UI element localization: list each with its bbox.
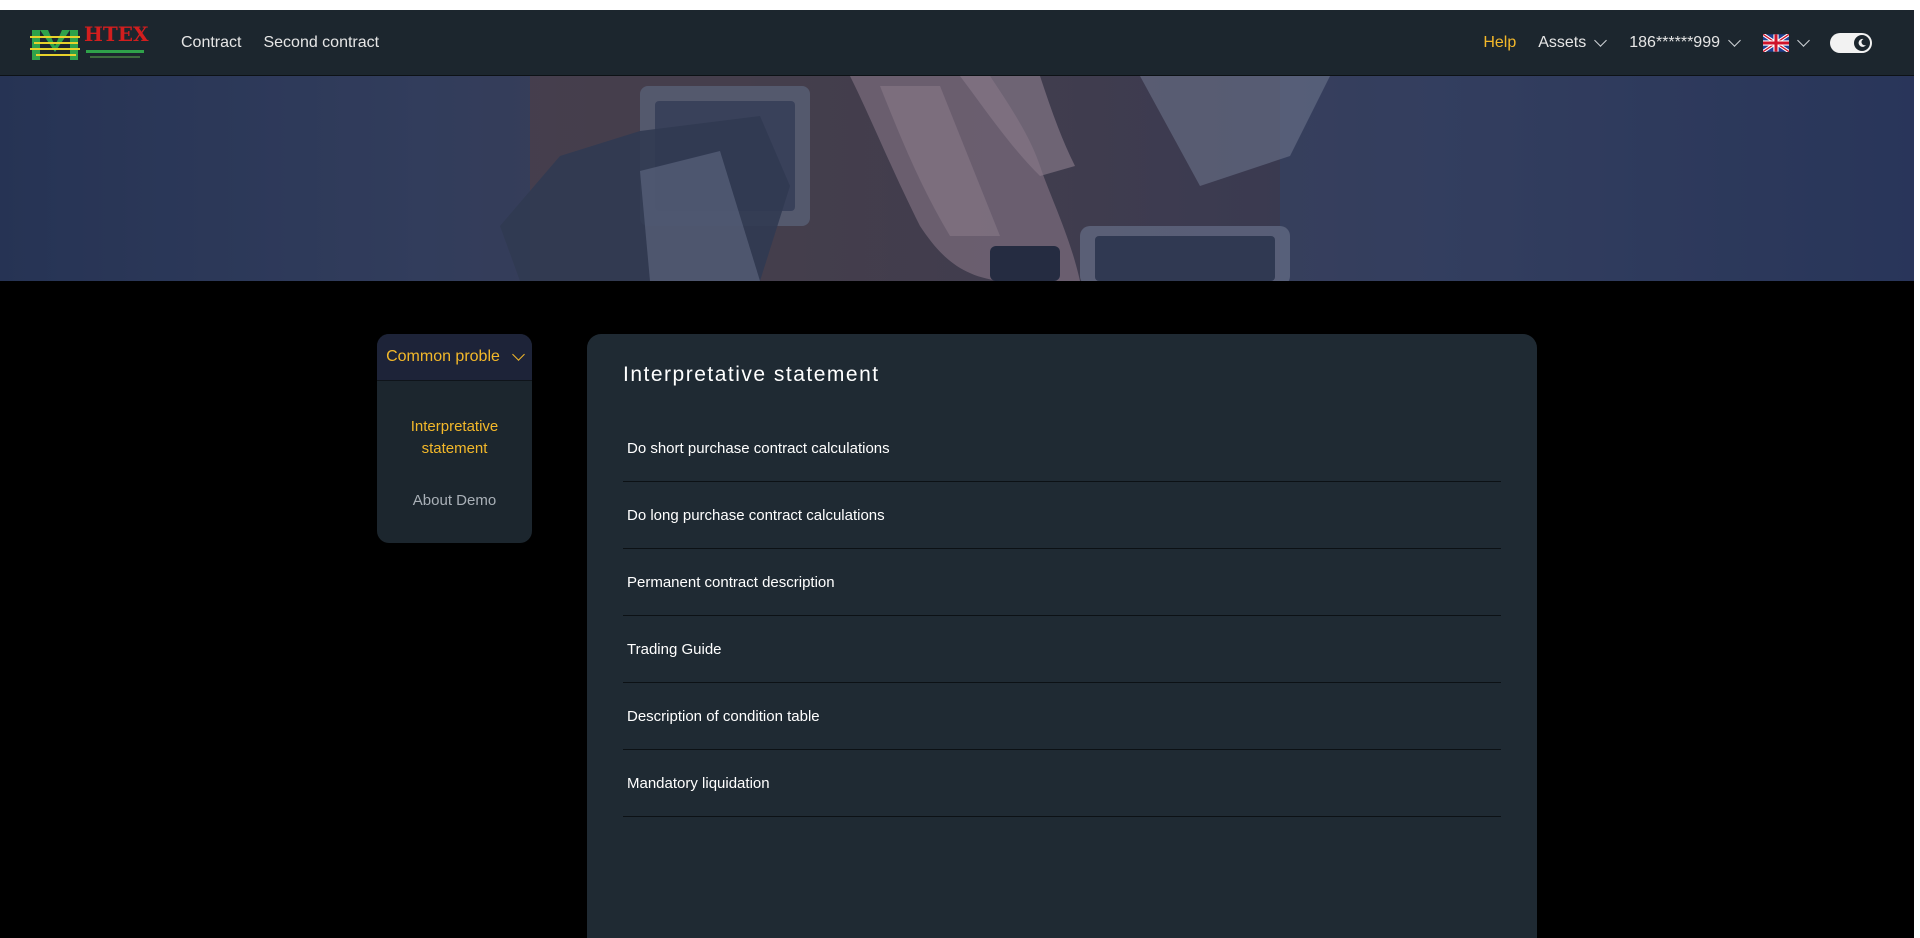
moon-icon: [1858, 38, 1866, 47]
list-item[interactable]: Trading Guide: [623, 616, 1501, 683]
account-label: 186******999: [1629, 34, 1720, 51]
edge-strip: [1914, 76, 1920, 938]
assets-dropdown[interactable]: Assets: [1538, 34, 1608, 52]
banner-overlay: [0, 76, 1914, 281]
help-link[interactable]: Help: [1483, 34, 1516, 52]
theme-toggle[interactable]: [1830, 33, 1872, 53]
list-item[interactable]: Description of condition table: [623, 683, 1501, 750]
sidebar-item-about-demo[interactable]: About Demo: [377, 490, 532, 512]
language-dropdown[interactable]: [1763, 34, 1810, 52]
list-item[interactable]: Mandatory liquidation: [623, 750, 1501, 817]
section-title: Interpretative statement: [623, 363, 880, 386]
uk-flag-icon: [1763, 34, 1789, 52]
account-dropdown[interactable]: 186******999: [1629, 34, 1741, 52]
logo-text: HTEX: [84, 22, 149, 46]
assets-label: Assets: [1538, 34, 1587, 51]
logo[interactable]: HTEX: [30, 22, 149, 64]
chevron-down-icon: [512, 348, 525, 361]
category-label: Common proble: [386, 348, 500, 365]
top-strip: [0, 0, 1920, 10]
list-item[interactable]: Do long purchase contract calculations: [623, 482, 1501, 549]
page: HTEX Contract Second contract Help Asset…: [0, 0, 1920, 938]
sidebar-item-interpretative-statement[interactable]: Interpretative statement: [377, 416, 532, 460]
user-nav: Help Assets 186******999: [1483, 10, 1914, 76]
list-item[interactable]: Do short purchase contract calculations: [623, 415, 1501, 482]
article-list: Do short purchase contract calculations …: [623, 415, 1501, 817]
nav-second-contract[interactable]: Second contract: [263, 34, 379, 52]
chevron-down-icon: [1728, 34, 1741, 47]
hero-banner: [0, 76, 1914, 281]
category-dropdown[interactable]: Common proble: [377, 334, 532, 381]
edge-strip: [1914, 10, 1920, 76]
chevron-down-icon: [1797, 34, 1810, 47]
main-nav: Contract Second contract: [181, 10, 379, 76]
nav-contract[interactable]: Contract: [181, 34, 241, 52]
top-navbar: HTEX Contract Second contract Help Asset…: [0, 10, 1914, 76]
content-card: Interpretative statement Do short purcha…: [587, 334, 1537, 938]
help-sidebar: Common proble Interpretative statement A…: [377, 334, 532, 543]
list-item[interactable]: Permanent contract description: [623, 549, 1501, 616]
toggle-knob: [1854, 35, 1870, 51]
chevron-down-icon: [1594, 34, 1608, 47]
